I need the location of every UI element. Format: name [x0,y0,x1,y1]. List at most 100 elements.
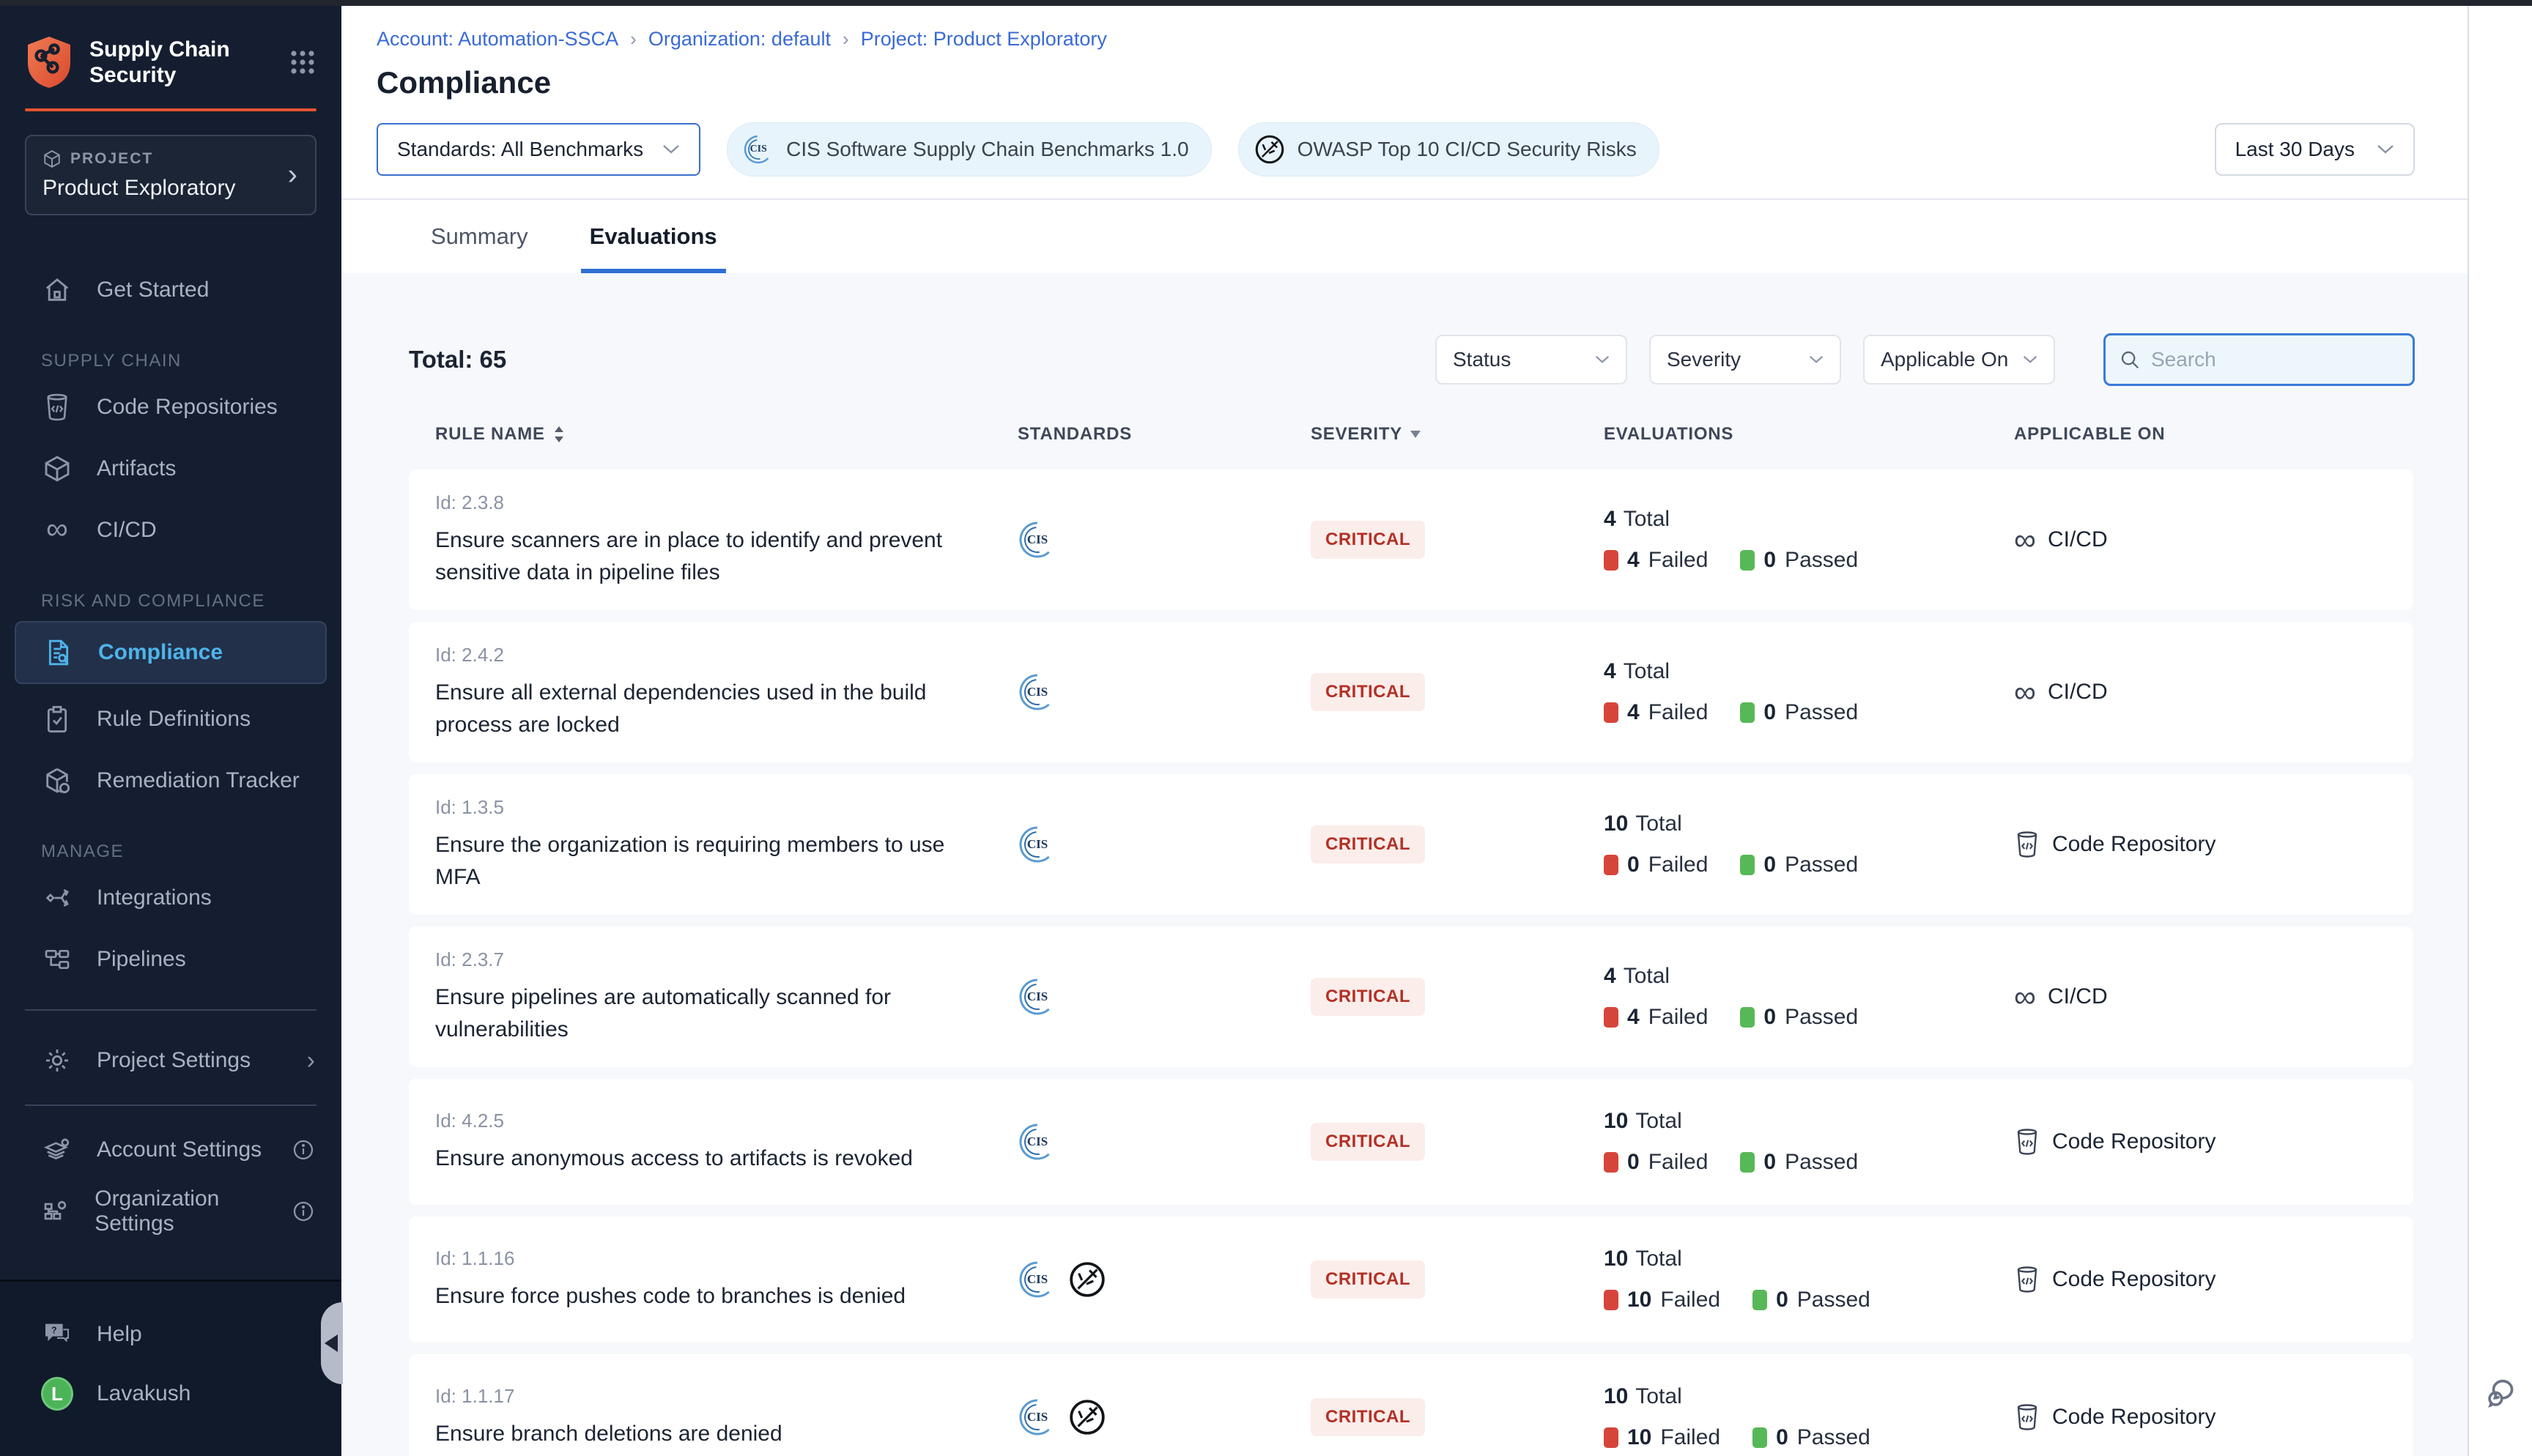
rule-name: Ensure pipelines are automatically scann… [435,981,977,1045]
cis-logo-icon: CIS [1018,1122,1057,1162]
cis-logo-icon: CIS [1018,1260,1057,1299]
info-icon[interactable] [292,1200,315,1223]
sidebar-item-pipelines[interactable]: Pipelines [0,929,341,990]
project-label: PROJECT [70,150,153,168]
infinity-icon: ∞ [2014,524,2036,556]
breadcrumb-project-link[interactable]: Project: Product Exploratory [861,28,1107,51]
project-selector[interactable]: PROJECT Product Exploratory › [25,135,316,215]
passed-indicator [1752,1427,1767,1448]
tab-evaluations[interactable]: Evaluations [581,200,726,273]
chip-cis-benchmark[interactable]: CIS CIS Software Supply Chain Benchmarks… [727,122,1211,177]
severity-filter-select[interactable]: Severity [1649,335,1841,385]
search-box [2103,333,2415,386]
rule-id: Id: 4.2.5 [435,1110,1018,1132]
pipelines-icon [41,945,73,974]
rule-name: Ensure all external dependencies used in… [435,677,977,740]
severity-badge: CRITICAL [1311,1398,1425,1436]
rule-name: Ensure branch deletions are denied [435,1418,977,1450]
owasp-icon [1067,1260,1107,1299]
sidebar-item-code-repositories[interactable]: Code Repositories [0,376,341,438]
status-filter-select[interactable]: Status [1435,335,1627,385]
rule-id: Id: 1.1.16 [435,1247,1018,1270]
search-input[interactable] [2151,348,2399,371]
failed-indicator [1604,550,1618,571]
breadcrumb-separator: › [630,28,637,51]
applicable-on-label: Code Repository [2052,1267,2216,1292]
applicable-on-label: CI/CD [2048,680,2108,705]
compliance-doc-icon [42,638,75,667]
chevron-down-icon [2377,144,2394,155]
page-header: Account: Automation-SSCA › Organization:… [341,6,2468,100]
code-repository-icon [2014,1127,2040,1156]
rules-table: Id: 2.3.8 Ensure scanners are in place t… [409,469,2415,1456]
right-gutter [2468,6,2532,1456]
sidebar-item-remediation-tracker[interactable]: Remediation Tracker [0,750,341,811]
column-rule-name[interactable]: RULE NAME [435,424,1018,445]
owasp-icon [1067,1397,1107,1437]
cis-logo-icon: CIS [1018,520,1057,560]
sort-down-icon[interactable] [1410,430,1421,439]
failed-indicator [1604,1427,1618,1448]
collapse-left-icon [325,1334,338,1352]
code-repository-icon [2014,1265,2040,1294]
severity-badge: CRITICAL [1311,521,1425,559]
table-row[interactable]: Id: 2.3.7 Ensure pipelines are automatic… [409,926,2413,1067]
cube-icon [42,149,62,168]
sidebar-item-project-settings[interactable]: Project Settings › [0,1030,341,1091]
severity-badge: CRITICAL [1311,978,1425,1016]
sidebar-item-account-settings[interactable]: Account Settings [0,1119,341,1181]
sidebar-item-user[interactable]: L Lavakush [0,1361,341,1427]
table-row[interactable]: Id: 1.3.5 Ensure the organization is req… [409,774,2413,915]
layers-gear-icon [41,1135,73,1165]
rule-name: Ensure force pushes code to branches is … [435,1280,977,1312]
divider [25,1009,316,1011]
applicable-on-label: CI/CD [2048,984,2108,1009]
table-row[interactable]: Id: 2.4.2 Ensure all external dependenci… [409,622,2413,762]
chevron-down-icon [1595,355,1610,364]
sidebar-item-cicd[interactable]: ∞ CI/CD [0,499,341,561]
chip-owasp-top10[interactable]: OWASP Top 10 CI/CD Security Risks [1238,122,1659,177]
breadcrumb-organization-link[interactable]: Organization: default [648,28,831,51]
sidebar-item-rule-definitions[interactable]: Rule Definitions [0,688,341,750]
sidebar-item-compliance[interactable]: Compliance [15,621,327,684]
sort-updown-icon[interactable] [552,425,566,444]
table-row[interactable]: Id: 1.1.16 Ensure force pushes code to b… [409,1217,2413,1342]
severity-badge: CRITICAL [1311,1260,1425,1299]
user-name: Lavakush [97,1381,190,1406]
table-header: RULE NAME STANDARDS SEVERITY EVALUATIONS… [409,424,2413,445]
app-switcher-grid-icon[interactable] [289,48,316,76]
cis-logo-icon: CIS [1018,977,1057,1017]
owasp-logo-icon [1254,133,1286,166]
info-icon[interactable] [292,1138,315,1162]
column-applicable-on: APPLICABLE ON [2014,424,2413,445]
cis-logo-icon: CIS [1018,1397,1057,1437]
clipboard-check-icon [41,705,73,734]
sidebar-section-risk-compliance: RISK AND COMPLIANCE [0,586,341,617]
standards-select[interactable]: Standards: All Benchmarks [377,123,700,176]
passed-indicator [1740,550,1755,571]
sidebar-collapse-handle[interactable] [321,1302,343,1384]
breadcrumb-account-link[interactable]: Account: Automation-SSCA [377,28,618,51]
table-row[interactable]: Id: 1.1.17 Ensure branch deletions are d… [409,1354,2413,1456]
window-top-strip [0,0,2532,6]
sidebar-item-artifacts[interactable]: Artifacts [0,438,341,499]
tab-summary[interactable]: Summary [422,200,537,273]
rule-id: Id: 2.3.8 [435,491,1018,514]
date-range-select[interactable]: Last 30 Days [2215,123,2415,176]
sidebar-item-get-started[interactable]: Get Started [0,259,341,321]
passed-indicator [1740,702,1755,723]
table-row[interactable]: Id: 4.2.5 Ensure anonymous access to art… [409,1079,2413,1205]
sidebar-item-integrations[interactable]: Integrations [0,867,341,929]
tabs: Summary Evaluations [341,198,2468,273]
artifact-box-icon [41,454,73,483]
table-row[interactable]: Id: 2.3.8 Ensure scanners are in place t… [409,469,2413,610]
feedback-chat-icon[interactable] [2484,1374,2523,1414]
breadcrumb-separator: › [843,28,849,51]
sidebar-item-organization-settings[interactable]: Organization Settings [0,1181,341,1242]
chevron-down-icon [2023,355,2037,364]
chevron-down-icon [662,144,680,155]
applicable-on-filter-select[interactable]: Applicable On [1863,335,2055,385]
sidebar-item-help[interactable]: ? Help [0,1308,341,1361]
column-severity[interactable]: SEVERITY [1311,424,1604,445]
applicable-on-label: CI/CD [2048,527,2108,552]
